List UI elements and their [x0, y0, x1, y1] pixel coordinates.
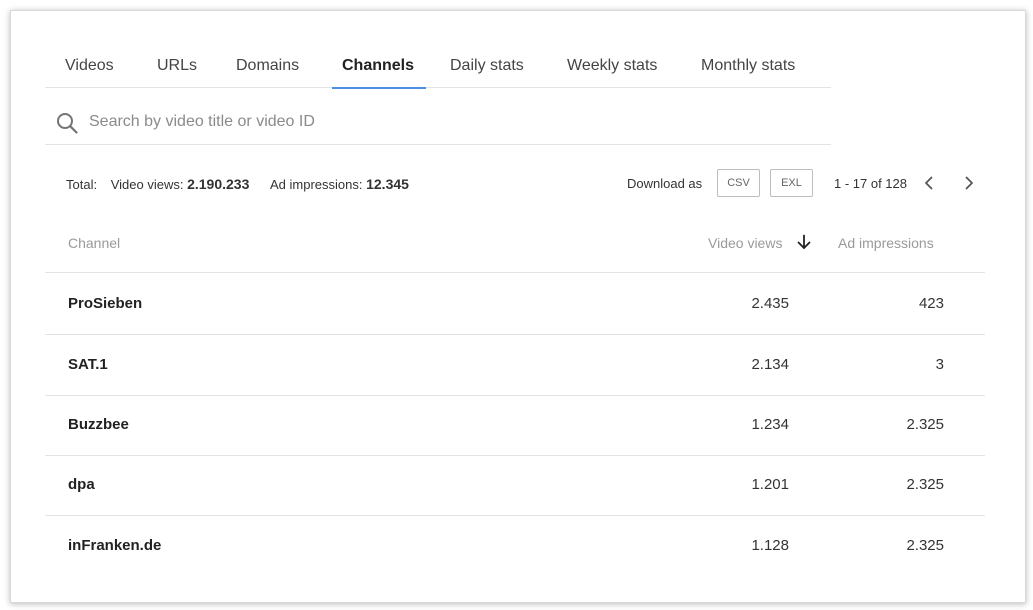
total-label: Total: [66, 177, 98, 192]
tab-label: Videos [65, 57, 114, 74]
channel-name: Buzzbee [68, 416, 129, 433]
tab-weekly-stats[interactable]: Weekly stats [567, 57, 657, 88]
tab-label: Weekly stats [567, 57, 658, 74]
video-views-value: 1.201 [751, 476, 789, 493]
tab-label: Monthly stats [701, 57, 796, 74]
tab-label: Daily stats [450, 57, 524, 74]
ad-impressions-total-value: 12.345 [366, 176, 409, 192]
column-header-channel[interactable]: Channel [68, 235, 120, 251]
video-views-total-value: 2.190.233 [187, 176, 250, 192]
chevron-right-icon[interactable] [960, 174, 978, 192]
tab-daily-stats[interactable]: Daily stats [450, 57, 524, 88]
tab-label: Channels [342, 57, 415, 74]
download-exl-button[interactable]: EXL [770, 169, 813, 197]
ad-impressions-value: 2.325 [906, 537, 944, 554]
tab-channels[interactable]: Channels [332, 57, 427, 89]
tab-label: Domains [236, 57, 300, 74]
video-views-value: 1.128 [751, 537, 789, 554]
tab-domains[interactable]: Domains [236, 57, 299, 88]
column-header-video-views[interactable]: Video views [708, 235, 782, 251]
table-row[interactable]: inFranken.de 1.128 2.325 [45, 516, 985, 577]
download-label: Download as [627, 176, 703, 191]
ad-impressions-total-label: Ad impressions: [270, 177, 363, 192]
tab-videos[interactable]: Videos [65, 57, 114, 88]
ad-impressions-value: 3 [935, 356, 944, 373]
table-row[interactable]: dpa 1.201 2.325 [45, 455, 985, 516]
sort-descending-icon[interactable] [795, 233, 813, 251]
channel-name: inFranken.de [68, 537, 162, 554]
video-views-value: 2.435 [751, 295, 789, 312]
tab-monthly-stats[interactable]: Monthly stats [701, 57, 795, 88]
video-views-value: 2.134 [751, 356, 789, 373]
search-icon[interactable] [55, 111, 79, 135]
video-views-value: 1.234 [751, 416, 789, 433]
chevron-left-icon[interactable] [920, 174, 938, 192]
ad-impressions-value: 2.325 [906, 476, 944, 493]
ad-impressions-value: 423 [918, 295, 944, 312]
ad-impressions-value: 2.325 [906, 416, 944, 433]
channel-name: SAT.1 [68, 356, 108, 373]
table-row[interactable]: Buzzbee 1.234 2.325 [45, 395, 985, 456]
video-views-total-label: Video views: [110, 177, 184, 192]
search-bar [45, 89, 831, 145]
download-csv-button[interactable]: CSV [717, 169, 760, 197]
pagination-range: 1 - 17 of 128 [834, 176, 907, 191]
table-header: Channel Video views Ad impressions [45, 223, 985, 273]
totals-summary: Total: Video views: 2.190.233 Ad impress… [66, 176, 409, 192]
tab-urls[interactable]: URLs [157, 57, 197, 88]
channel-name: dpa [68, 476, 95, 493]
channel-name: ProSieben [68, 295, 143, 312]
column-header-ad-impressions[interactable]: Ad impressions [838, 235, 934, 251]
tab-bar: Videos URLs Domains Channels Daily stats… [45, 11, 831, 89]
tab-label: URLs [157, 57, 198, 74]
report-card: Videos URLs Domains Channels Daily stats… [10, 10, 1026, 603]
table-row[interactable]: ProSieben 2.435 423 [45, 274, 985, 335]
search-input[interactable] [89, 109, 689, 135]
table-row[interactable]: SAT.1 2.134 3 [45, 335, 985, 396]
